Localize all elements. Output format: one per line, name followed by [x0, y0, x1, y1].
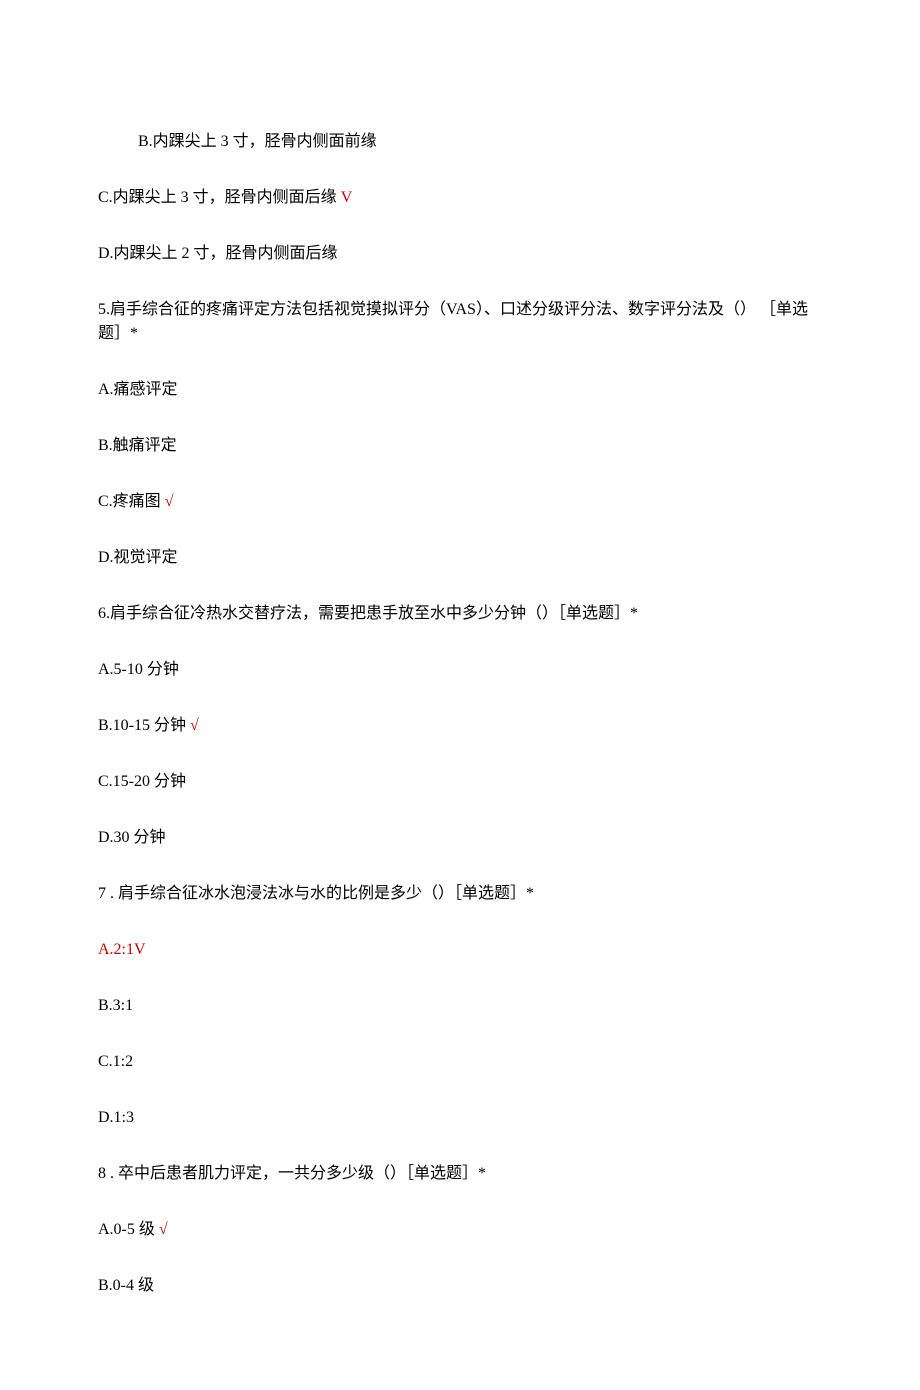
q8-option-a-mark: √	[155, 1221, 168, 1238]
q6-stem-text: 6.肩手综合征冷热水交替疗法，需要把患手放至水中多少分钟（）［单选题］*	[98, 605, 638, 622]
q5-option-a-text: A.痛感评定	[98, 381, 178, 398]
q6-option-c-text: C.15-20 分钟	[98, 773, 186, 790]
q7-option-a-text: A.2:1	[98, 941, 134, 958]
q7-option-c-text: C.1:2	[98, 1053, 133, 1070]
q6-option-d-text: D.30 分钟	[98, 829, 166, 846]
q5-stem: 5.肩手综合征的疼痛评定方法包括视觉摸拟评分（VAS）、口述分级评分法、数字评分…	[98, 298, 822, 346]
q7-option-c: C.1:2	[98, 1050, 822, 1074]
q7-option-d: D.1:3	[98, 1106, 822, 1130]
q5-option-b: B.触痛评定	[98, 434, 822, 458]
q4-option-b-text: B.内踝尖上 3 寸，胫骨内侧面前缘	[138, 133, 377, 150]
q5-option-c: C.疼痛图 √	[98, 490, 822, 514]
q5-stem-text: 5.肩手综合征的疼痛评定方法包括视觉摸拟评分（VAS）、口述分级评分法、数字评分…	[98, 301, 808, 342]
q6-option-b: B.10-15 分钟 √	[98, 714, 822, 738]
q7-stem-text: 7 . 肩手综合征冰水泡浸法冰与水的比例是多少（）［单选题］*	[98, 885, 534, 902]
q5-option-d: D.视觉评定	[98, 546, 822, 570]
q6-option-b-mark: √	[186, 717, 199, 734]
q7-option-b-text: B.3:1	[98, 997, 133, 1014]
q4-option-d-text: D.内踝尖上 2 寸，胫骨内侧面后缘	[98, 245, 338, 262]
q6-option-a-text: A.5-10 分钟	[98, 661, 179, 678]
q8-option-a-text: A.0-5 级	[98, 1221, 155, 1238]
q4-option-c: C.内踝尖上 3 寸，胫骨内侧面后缘 V	[98, 186, 822, 210]
q7-option-a-mark: V	[134, 941, 146, 958]
q7-option-b: B.3:1	[98, 994, 822, 1018]
q5-option-b-text: B.触痛评定	[98, 437, 177, 454]
q7-option-d-text: D.1:3	[98, 1109, 134, 1126]
q5-option-c-text: C.疼痛图	[98, 493, 161, 510]
q6-option-a: A.5-10 分钟	[98, 658, 822, 682]
q8-option-b: B.0-4 级	[98, 1274, 822, 1298]
q6-option-d: D.30 分钟	[98, 826, 822, 850]
q5-option-c-mark: √	[161, 493, 174, 510]
q6-option-b-text: B.10-15 分钟	[98, 717, 186, 734]
q8-stem: 8 . 卒中后患者肌力评定，一共分多少级（）［单选题］*	[98, 1162, 822, 1186]
q4-option-b: B.内踝尖上 3 寸，胫骨内侧面前缘	[98, 130, 822, 154]
q6-option-c: C.15-20 分钟	[98, 770, 822, 794]
q7-stem: 7 . 肩手综合征冰水泡浸法冰与水的比例是多少（）［单选题］*	[98, 882, 822, 906]
q8-option-b-text: B.0-4 级	[98, 1277, 154, 1294]
q5-option-d-text: D.视觉评定	[98, 549, 178, 566]
q8-stem-text: 8 . 卒中后患者肌力评定，一共分多少级（）［单选题］*	[98, 1165, 486, 1182]
q4-option-c-mark: V	[337, 189, 353, 206]
q5-option-a: A.痛感评定	[98, 378, 822, 402]
q4-option-c-text: C.内踝尖上 3 寸，胫骨内侧面后缘	[98, 189, 337, 206]
q7-option-a: A.2:1V	[98, 938, 822, 962]
q4-option-d: D.内踝尖上 2 寸，胫骨内侧面后缘	[98, 242, 822, 266]
q8-option-a: A.0-5 级 √	[98, 1218, 822, 1242]
q6-stem: 6.肩手综合征冷热水交替疗法，需要把患手放至水中多少分钟（）［单选题］*	[98, 602, 822, 626]
